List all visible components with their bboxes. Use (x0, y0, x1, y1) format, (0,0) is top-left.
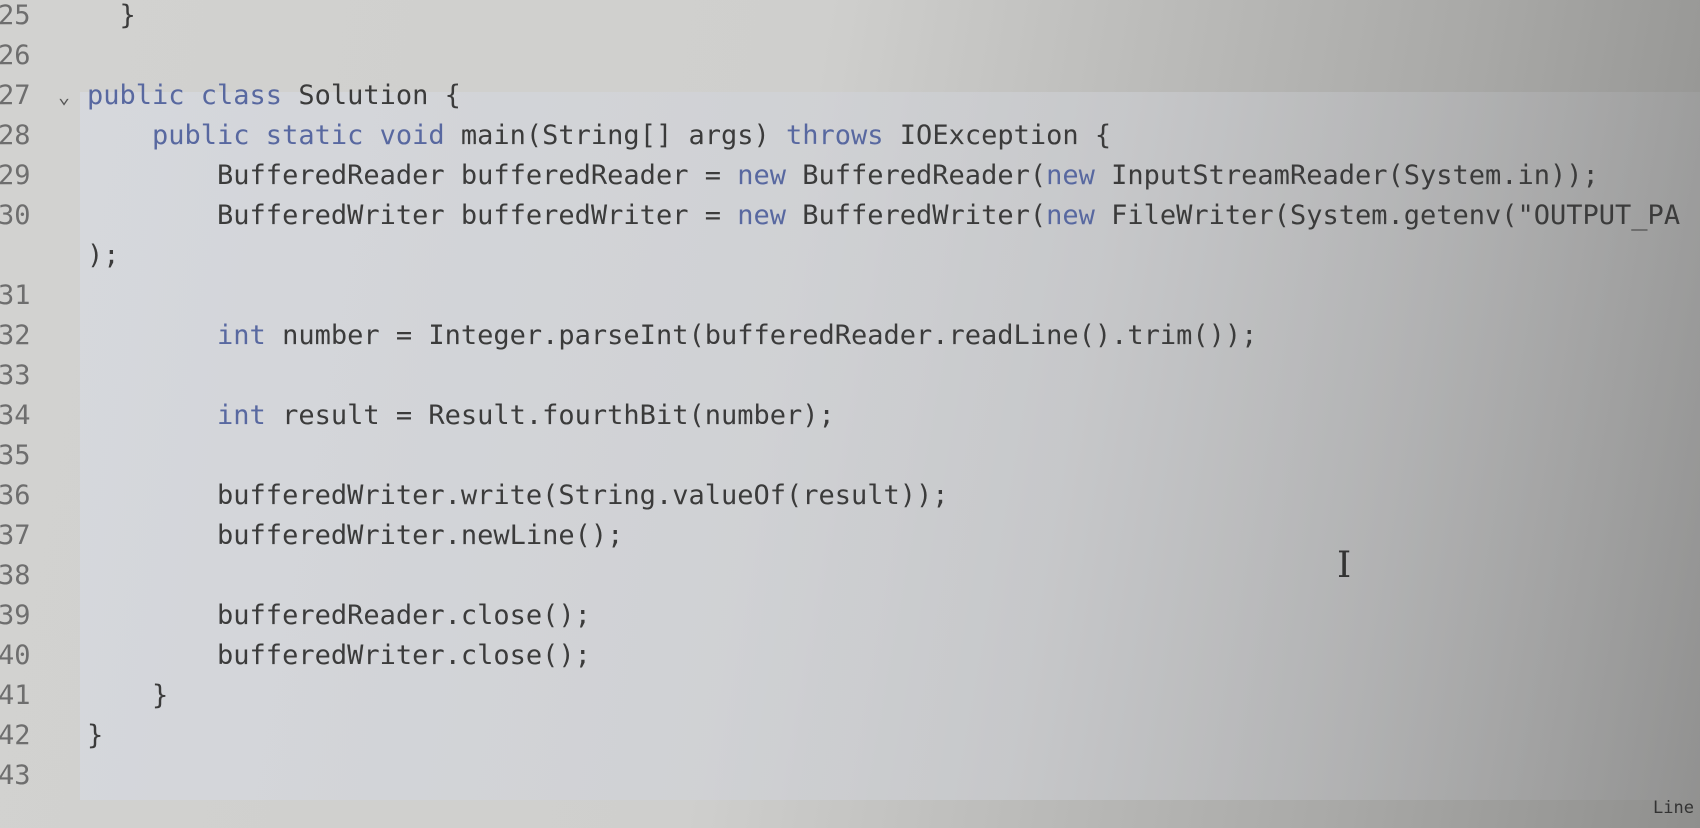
code-token: BufferedReader( (786, 160, 1047, 191)
line-number: 25 (0, 0, 31, 31)
fold-chevron-icon[interactable]: ⌄ (58, 76, 70, 116)
code-token: BufferedWriter bufferedWriter = (87, 200, 738, 231)
code-text: bufferedWriter.write(String.valueOf(resu… (87, 476, 949, 516)
line-number: 30 (0, 200, 31, 231)
code-token: BufferedWriter( (786, 200, 1047, 231)
line-number: 43 (0, 760, 31, 791)
code-text: int number = Integer.parseInt(bufferedRe… (87, 316, 1257, 356)
code-token: bufferedReader.close(); (87, 600, 591, 631)
keyword-token: public class (87, 80, 283, 111)
line-number: 26 (0, 40, 31, 71)
line-number: 27 (0, 80, 31, 111)
line-number: 29 (0, 160, 31, 191)
code-text: bufferedWriter.newLine(); (87, 516, 623, 556)
code-token: bufferedWriter.write(String.valueOf(resu… (87, 480, 949, 511)
code-text: } (87, 0, 136, 36)
keyword-token: int (87, 400, 266, 431)
code-text: public static void main(String[] args) t… (87, 116, 1111, 156)
line-number: 28 (0, 120, 31, 151)
code-token: InputStreamReader(System.in)); (1094, 160, 1599, 191)
code-token: FileWriter(System.getenv("OUTPUT_PA (1094, 200, 1681, 231)
line-number: 36 (0, 480, 31, 511)
line-number: 31 (0, 280, 31, 311)
line-number: 32 (0, 320, 31, 351)
code-text: bufferedReader.close(); (87, 596, 591, 636)
code-token: bufferedWriter.newLine(); (87, 520, 624, 551)
line-number: 40 (0, 640, 31, 671)
code-text: } (87, 676, 168, 716)
code-token: IOException { (883, 120, 1112, 151)
keyword-token: public static void (87, 120, 445, 151)
keyword-token: new (737, 160, 786, 191)
code-text: bufferedWriter.close(); (87, 636, 591, 676)
line-number: 37 (0, 520, 31, 551)
keyword-token: new (737, 200, 786, 231)
keyword-token: new (1046, 160, 1095, 191)
code-token: } (87, 720, 104, 751)
keyword-token: int (87, 320, 266, 351)
code-token: result = Result.fourthBit(number); (265, 400, 835, 431)
line-number: 38 (0, 560, 31, 591)
code-token: bufferedWriter.close(); (87, 640, 591, 671)
code-token: BufferedReader bufferedReader = (87, 160, 738, 191)
status-line-position: Line (1653, 798, 1694, 818)
line-number: 34 (0, 400, 31, 431)
line-number: 39 (0, 600, 31, 631)
code-token: main(String[] args) (444, 120, 786, 151)
code-token: Solution { (282, 80, 461, 111)
code-text: BufferedWriter bufferedWriter = new Buff… (87, 196, 1680, 236)
code-text: BufferedReader bufferedReader = new Buff… (87, 156, 1599, 196)
line-number: 35 (0, 440, 31, 471)
line-number: 33 (0, 360, 31, 391)
code-text: } (87, 716, 103, 756)
code-text: public class Solution { (87, 76, 461, 116)
code-token: number = Integer.parseInt(bufferedReader… (265, 320, 1258, 351)
code-text: int result = Result.fourthBit(number); (87, 396, 835, 436)
keyword-token: new (1046, 200, 1095, 231)
code-editor[interactable]: 25 } 26 27 ⌄ public class Solution { 28 publi… (0, 0, 1700, 800)
code-text: ); (87, 236, 120, 276)
code-token: } (87, 680, 169, 711)
text-cursor-icon: I (1337, 545, 1352, 586)
code-token: ); (87, 240, 120, 271)
line-number: 42 (0, 720, 31, 751)
line-number: 41 (0, 680, 31, 711)
keyword-token: throws (786, 120, 884, 151)
code-token: } (87, 0, 136, 31)
